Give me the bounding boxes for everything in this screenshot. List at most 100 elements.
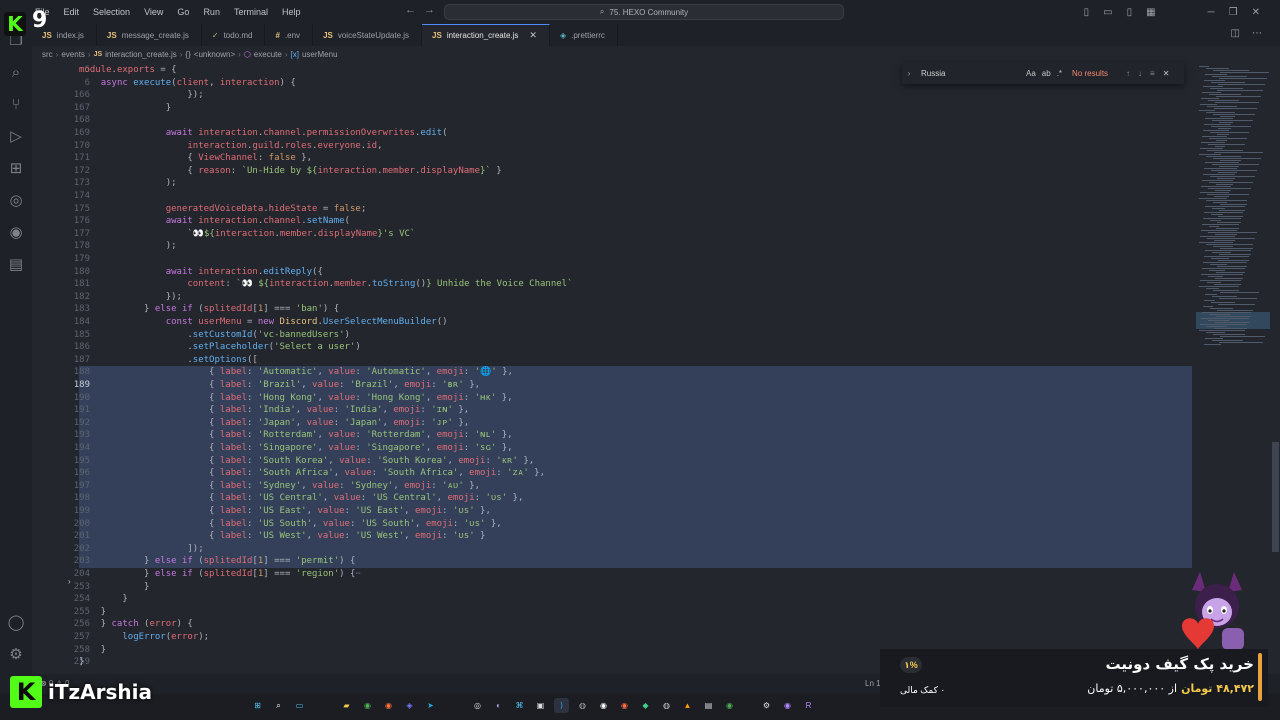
find-in-selection-icon[interactable]: ≡: [1150, 69, 1155, 78]
close-icon[interactable]: ✕: [529, 30, 537, 41]
chevron-right-icon[interactable]: ›: [902, 69, 916, 78]
source-control-icon[interactable]: ⑂: [0, 88, 32, 120]
find-input[interactable]: Russia: [916, 69, 1026, 78]
vscode-icon[interactable]: ⟩: [554, 698, 569, 713]
code-line[interactable]: 195 { label: 'South Korea', value: 'Sout…: [32, 455, 1195, 468]
code-line[interactable]: 182 });: [32, 291, 1195, 304]
discord-icon[interactable]: ◈: [402, 698, 417, 713]
close-icon[interactable]: ✕: [1163, 69, 1170, 78]
remote-explorer-icon[interactable]: ◉: [0, 216, 32, 248]
tab-voice-state-update-js[interactable]: JS voiceStateUpdate.js: [313, 24, 423, 46]
more-actions-icon[interactable]: ⋯: [1252, 28, 1262, 39]
code-line[interactable]: 256 } catch (error) {: [32, 618, 1195, 631]
code-line[interactable]: 200 { label: 'US South', value: 'US Sout…: [32, 518, 1195, 531]
match-case-icon[interactable]: Aa: [1026, 69, 1036, 78]
run-debug-icon[interactable]: ▷: [0, 120, 32, 152]
breadcrumb-events[interactable]: events: [61, 50, 85, 59]
menu-go[interactable]: Go: [170, 0, 196, 24]
env-icon[interactable]: ▤: [0, 248, 32, 280]
layout-secondary-icon[interactable]: ▯: [1127, 7, 1133, 18]
code-line[interactable]: 255 }: [32, 606, 1195, 619]
tab-env[interactable]: # .env: [265, 24, 314, 46]
extensions-icon[interactable]: ⊞: [0, 152, 32, 184]
code-line[interactable]: 173 );: [32, 177, 1195, 190]
breadcrumb-usermenu[interactable]: userMenu: [302, 50, 338, 59]
code-line[interactable]: 183 } else if (splitedId[1] === 'ban') {: [32, 303, 1195, 316]
breadcrumb-execute[interactable]: execute: [254, 50, 282, 59]
vlc-icon[interactable]: ▲: [680, 698, 695, 713]
code-line[interactable]: 196 { label: 'South Africa', value: 'Sou…: [32, 467, 1195, 480]
layout-panel-icon[interactable]: ▭: [1103, 7, 1112, 18]
whole-word-icon[interactable]: ab: [1042, 69, 1051, 78]
terminal-icon[interactable]: ▣: [533, 698, 548, 713]
breadcrumb-src[interactable]: src: [42, 50, 53, 59]
notepad-icon[interactable]: ▤: [701, 698, 716, 713]
code-line[interactable]: 199 { label: 'US East', value: 'US East'…: [32, 505, 1195, 518]
menu-help[interactable]: Help: [275, 0, 308, 24]
breadcrumb-unknown[interactable]: <unknown>: [194, 50, 235, 59]
code-line[interactable]: 174: [32, 190, 1195, 203]
app-icon[interactable]: ◉: [780, 698, 795, 713]
vertical-scrollbar[interactable]: [1270, 62, 1280, 674]
search-icon[interactable]: ⌕: [271, 698, 286, 713]
code-line[interactable]: 179: [32, 253, 1195, 266]
code-line[interactable]: 253 }: [32, 581, 1195, 594]
close-window-icon[interactable]: ✕: [1252, 7, 1260, 18]
rider-icon[interactable]: R: [801, 698, 816, 713]
code-line[interactable]: 172 { reason: `Un-Hide by ${interaction.…: [32, 165, 1195, 178]
code-line[interactable]: 177 `👀${interaction.member.displayName}'…: [32, 228, 1195, 241]
forward-arrow-icon[interactable]: →: [424, 4, 435, 16]
code-editor[interactable]: › I 5module.exports = {6 async execute(c…: [32, 62, 1195, 674]
tab-todo-md[interactable]: ✓ todo.md: [202, 24, 266, 46]
code-line[interactable]: 190 { label: 'Hong Kong', value: 'Hong K…: [32, 392, 1195, 405]
code-line[interactable]: 197 { label: 'Sydney', value: 'Sydney', …: [32, 480, 1195, 493]
code-line[interactable]: 193 { label: 'Rotterdam', value: 'Rotter…: [32, 429, 1195, 442]
menu-run[interactable]: Run: [196, 0, 227, 24]
code-line[interactable]: 187 .setOptions([: [32, 354, 1195, 367]
task-view-icon[interactable]: ▭: [292, 698, 307, 713]
code-line[interactable]: 254 }: [32, 593, 1195, 606]
code-line[interactable]: 166 });: [32, 89, 1195, 102]
obs-icon[interactable]: ◍: [575, 698, 590, 713]
code-line[interactable]: 171 { ViewChannel: false },: [32, 152, 1195, 165]
code-line[interactable]: 169 await interaction.channel.permission…: [32, 127, 1195, 140]
menu-view[interactable]: View: [137, 0, 170, 24]
settings-icon[interactable]: ⚙: [759, 698, 774, 713]
layout-customize-icon[interactable]: ▦: [1146, 7, 1155, 18]
tab-prettierrc[interactable]: ◈ .prettierrc: [550, 24, 618, 46]
code-line[interactable]: 168: [32, 114, 1195, 127]
tab-message-create-js[interactable]: JS message_create.js: [97, 24, 202, 46]
restore-icon[interactable]: ❐: [1229, 7, 1238, 18]
postman-icon[interactable]: ◉: [617, 698, 632, 713]
code-line[interactable]: 192 { label: 'Japan', value: 'Japan', em…: [32, 417, 1195, 430]
code-line[interactable]: 202 ]);: [32, 543, 1195, 556]
api-tool-icon[interactable]: ◐: [491, 698, 506, 713]
editor-app-icon[interactable]: ◆: [638, 698, 653, 713]
code-line[interactable]: 203 } else if (splitedId[1] === 'permit'…: [32, 555, 1195, 568]
powershell-icon[interactable]: ⌘: [512, 698, 527, 713]
code-line[interactable]: 189 { label: 'Brazil', value: 'Brazil', …: [32, 379, 1195, 392]
tab-interaction-create-js[interactable]: JS interaction_create.js ✕: [422, 24, 550, 46]
previous-match-icon[interactable]: ↑: [1126, 69, 1130, 78]
code-line[interactable]: 204 } else if (splitedId[1] === 'region'…: [32, 568, 1195, 581]
telegram-icon[interactable]: ➤: [423, 698, 438, 713]
breadcrumb-file[interactable]: interaction_create.js: [105, 50, 177, 59]
steam-icon[interactable]: ◍: [659, 698, 674, 713]
back-arrow-icon[interactable]: ←: [405, 4, 416, 16]
spotify-icon[interactable]: ◉: [722, 698, 737, 713]
github-icon[interactable]: ◎: [0, 184, 32, 216]
code-line[interactable]: 194 { label: 'Singapore', value: 'Singap…: [32, 442, 1195, 455]
code-line[interactable]: 180 await interaction.editReply({: [32, 266, 1195, 279]
command-center[interactable]: ⌕ 75. HEXO Community: [444, 4, 844, 20]
firefox-icon[interactable]: ◉: [381, 698, 396, 713]
code-line[interactable]: 191 { label: 'India', value: 'India', em…: [32, 404, 1195, 417]
split-editor-icon[interactable]: ◫: [1231, 28, 1240, 39]
media-icon[interactable]: ◉: [596, 698, 611, 713]
code-line[interactable]: 175 generatedVoiceData.hideState = false…: [32, 203, 1195, 216]
layout-sidebar-icon[interactable]: ▯: [1084, 7, 1090, 18]
github-icon[interactable]: ◎: [470, 698, 485, 713]
code-line[interactable]: 184 const userMenu = new Discord.UserSel…: [32, 316, 1195, 329]
code-line[interactable]: 181 content: `👀 ${interaction.member.toS…: [32, 278, 1195, 291]
windows-start-icon[interactable]: ⊞: [250, 698, 265, 713]
menu-terminal[interactable]: Terminal: [227, 0, 275, 24]
